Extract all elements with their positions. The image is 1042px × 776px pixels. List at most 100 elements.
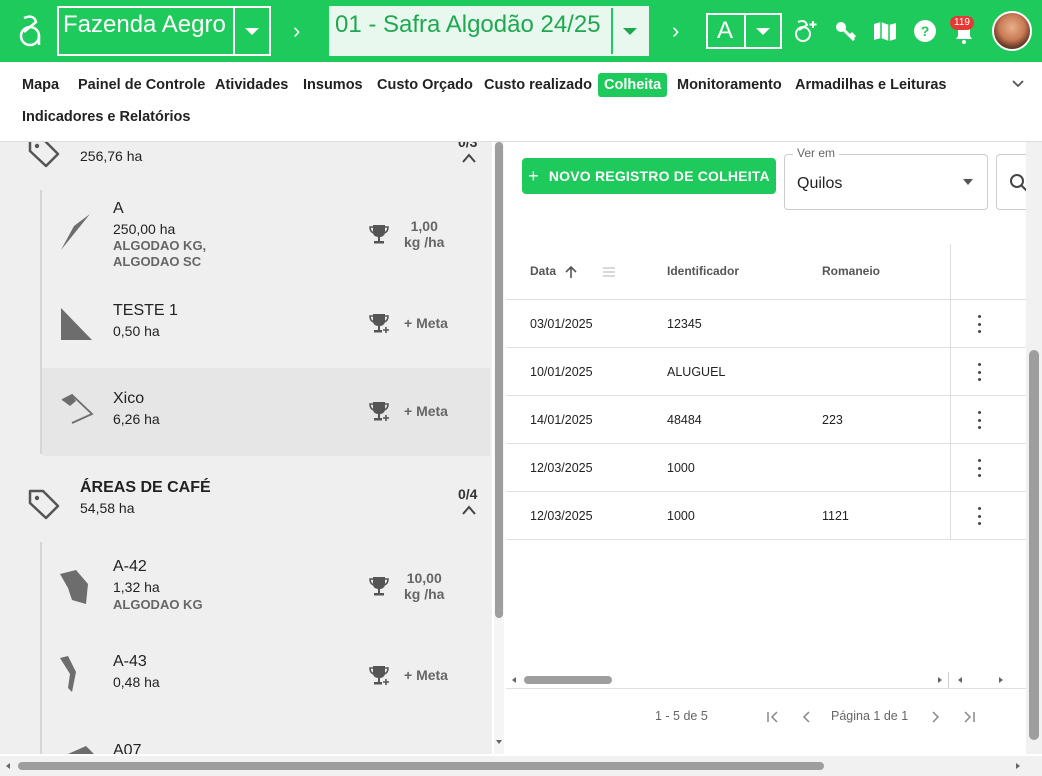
fields-panel: 256,76 ha 0/3 A 250,00 ha ALGODAO KG, AL… [0,142,492,754]
nav-monitoramento[interactable]: Monitoramento [677,73,782,97]
page-horizontal-scrollbar[interactable] [0,756,1042,776]
cell-date: 10/01/2025 [530,365,593,379]
last-page-icon[interactable] [962,711,976,723]
scrollbar-thumb[interactable] [495,142,503,618]
row-menu-icon[interactable] [978,459,982,477]
sort-ascending-icon[interactable] [564,265,578,279]
svg-text:?: ? [921,23,930,39]
nav-atividades[interactable]: Atividades [215,73,288,97]
field-item[interactable]: A 250,00 ha ALGODAO KG, ALGODAO SC 1,00 k… [42,192,490,280]
field-name: A-43 [113,653,147,670]
scrollbar-thumb[interactable] [1029,350,1039,740]
trophy-plus-icon [369,402,389,421]
main-nav: Mapa Painel de Controle Atividades Insum… [0,62,1042,142]
chevron-up-icon[interactable] [461,152,477,164]
column-header-data[interactable]: Data [530,264,556,278]
user-avatar[interactable] [992,11,1032,51]
row-menu-icon[interactable] [978,315,982,333]
nav-insumos[interactable]: Insumos [303,73,363,97]
scroll-left-arrow-icon[interactable] [4,762,12,770]
column-header-identificador[interactable]: Identificador [667,264,739,278]
farm-select-value: Fazenda Aegro [63,11,226,38]
scroll-left-arrow-icon[interactable] [510,676,518,684]
yield-goal[interactable]: 10,00 kg /ha [368,570,488,602]
field-name: A07 [113,742,142,754]
company-select[interactable]: A [706,13,782,49]
chevron-down-icon[interactable] [233,8,269,54]
column-menu-icon[interactable] [602,266,616,278]
scroll-left-arrow-icon[interactable] [956,676,964,684]
row-menu-icon[interactable] [978,507,982,525]
row-menu-icon[interactable] [978,411,982,429]
add-goal-button[interactable]: + Meta [368,664,488,686]
nav-painel-de-controle[interactable]: Painel de Controle [78,73,205,97]
yield-goal[interactable]: 1,00 kg /ha [368,218,488,250]
chevron-right-icon: › [672,18,680,43]
scrollbar-thumb[interactable] [18,762,824,770]
nav-custo-realizado[interactable]: Custo realizado [484,73,592,97]
new-harvest-record-button[interactable]: + NOVO REGISTRO DE COLHEITA [522,158,776,194]
unit-select[interactable]: Ver em Quilos [784,146,988,210]
chevron-down-icon[interactable] [611,8,647,54]
key-icon[interactable] [833,18,859,44]
next-page-icon[interactable] [930,711,940,723]
trophy-icon [369,577,389,596]
field-item[interactable]: Xico 6,26 ha + Meta [42,368,490,456]
field-item[interactable]: A07 [42,720,490,754]
book-map-icon[interactable] [872,18,898,44]
add-goal-label: + Meta [404,403,448,419]
field-item[interactable]: A-42 1,32 ha ALGODAO KG 10,00 kg /ha [42,544,490,632]
field-shape-icon [60,656,76,692]
row-menu-icon[interactable] [978,363,982,381]
field-shape-icon [60,570,88,604]
nav-custo-orcado[interactable]: Custo Orçado [377,73,473,97]
table-horizontal-scrollbar[interactable] [506,672,1010,688]
harvest-panel: + NOVO REGISTRO DE COLHEITA Ver em Quilo… [506,142,1036,746]
field-item[interactable]: TESTE 1 0,50 ha + Meta [42,280,490,368]
table-row[interactable]: 14/01/2025 48484 223 [506,396,1026,444]
previous-page-icon[interactable] [802,711,812,723]
add-aegro-icon[interactable] [792,18,818,44]
field-shape-icon [61,214,90,250]
scroll-down-arrow-icon[interactable] [495,738,503,746]
chevron-down-icon[interactable] [1011,79,1025,89]
table-row[interactable]: 12/03/2025 1000 1121 [506,492,1026,540]
aegro-logo-icon[interactable] [14,14,48,48]
scrollbar-thumb[interactable] [524,676,612,684]
nav-mapa[interactable]: Mapa [22,73,59,97]
add-goal-button[interactable]: + Meta [368,400,488,422]
cell-romaneio: 223 [822,413,843,427]
table-row[interactable]: 10/01/2025 ALUGUEL [506,348,1026,396]
group-area: 54,58 ha [80,500,135,516]
trophy-icon [369,225,389,244]
field-item[interactable]: A-43 0,48 ha + Meta [42,632,490,720]
first-page-icon[interactable] [766,711,780,723]
nav-colheita[interactable]: Colheita [598,73,668,97]
scroll-right-arrow-icon[interactable] [936,676,944,684]
nav-armadilhas-e-leituras[interactable]: Armadilhas e Leituras [795,73,947,97]
table-row[interactable]: 12/03/2025 1000 [506,444,1026,492]
field-name: A [113,200,124,217]
cell-date: 14/01/2025 [530,413,593,427]
chevron-down-icon[interactable] [744,15,780,47]
scroll-divider [948,672,949,688]
column-header-romaneio[interactable]: Romaneio [822,264,880,278]
company-select-value: A [716,17,733,44]
help-icon[interactable]: ? [912,18,938,44]
scroll-right-arrow-icon[interactable] [1014,762,1022,770]
cell-date: 12/03/2025 [530,509,593,523]
goal-unit: kg /ha [404,234,445,250]
cell-identifier: 48484 [667,413,702,427]
left-panel-scrollbar[interactable] [494,142,504,754]
cell-identifier: ALUGUEL [667,365,726,379]
season-select[interactable]: 01 - Safra Algodão 24/25 [329,6,649,56]
add-goal-button[interactable]: + Meta [368,312,488,334]
chevron-up-icon[interactable] [461,504,477,516]
field-name: TESTE 1 [113,302,178,319]
table-row[interactable]: 03/01/2025 12345 [506,300,1026,348]
scroll-right-arrow-icon[interactable] [997,676,1005,684]
nav-indicadores-e-relatorios[interactable]: Indicadores e Relatórios [22,105,190,129]
plus-icon: + [528,165,539,186]
farm-select[interactable]: Fazenda Aegro [57,6,271,56]
page-vertical-scrollbar[interactable] [1026,142,1042,754]
